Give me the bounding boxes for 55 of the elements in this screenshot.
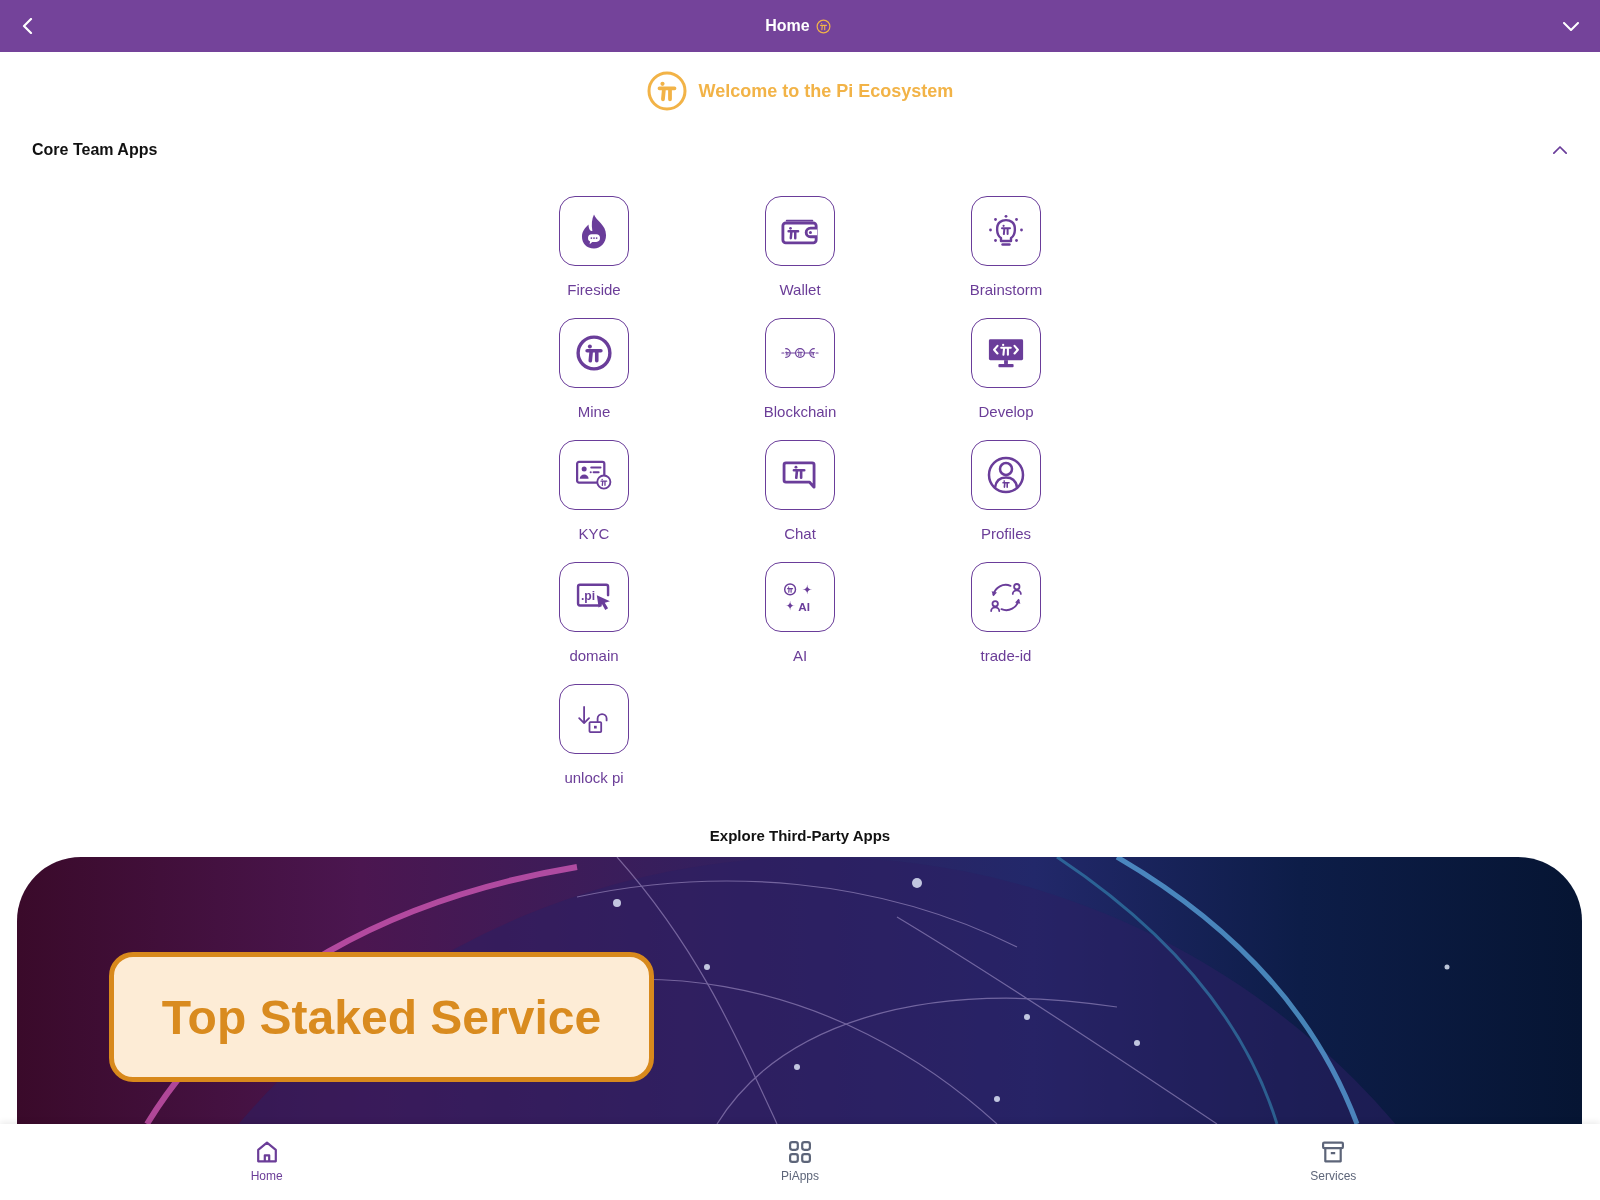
app-label[interactable]: Blockchain xyxy=(763,402,837,422)
flame-icon xyxy=(581,213,607,249)
chevron-up-icon xyxy=(1553,145,1567,155)
collapse-button[interactable] xyxy=(1553,145,1567,155)
app-label[interactable]: Brainstorm xyxy=(969,280,1043,300)
id-card-icon xyxy=(575,460,613,490)
app-tile[interactable]: .pi xyxy=(559,562,629,632)
app-tile[interactable] xyxy=(971,562,1041,632)
app-label[interactable]: Mine xyxy=(577,402,611,422)
section-title: Core Team Apps xyxy=(32,140,158,160)
banner-title: Top Staked Service xyxy=(109,952,654,1082)
chevron-left-icon xyxy=(22,18,33,34)
app-label[interactable]: Fireside xyxy=(567,280,621,300)
wallet-icon xyxy=(781,217,819,245)
app-tile[interactable] xyxy=(559,440,629,510)
app-tile[interactable] xyxy=(559,318,629,388)
app-label[interactable]: Wallet xyxy=(779,280,821,300)
app-label[interactable]: AI xyxy=(792,646,808,666)
app-label[interactable]: domain xyxy=(569,646,619,666)
app-label[interactable]: Develop xyxy=(978,402,1034,422)
app-tile[interactable] xyxy=(971,440,1041,510)
chevron-down-icon xyxy=(1563,21,1579,31)
grid-icon xyxy=(789,1141,811,1163)
app-tile[interactable] xyxy=(765,318,835,388)
nav-tab[interactable]: PiApps xyxy=(780,1124,819,1200)
chat-bubble-icon xyxy=(782,460,818,490)
app-tile[interactable] xyxy=(765,440,835,510)
app-tile[interactable] xyxy=(559,684,629,754)
app-label[interactable]: KYC xyxy=(578,524,610,544)
app-tile[interactable] xyxy=(559,196,629,266)
user-circle-icon xyxy=(987,456,1025,494)
screen-title: Home xyxy=(765,16,810,36)
nav-tab[interactable]: Services xyxy=(1310,1124,1357,1200)
lightbulb-icon xyxy=(987,214,1025,248)
welcome-heading: Welcome to the Pi Ecosystem xyxy=(698,80,954,102)
chain-icon xyxy=(781,346,819,360)
app-label[interactable]: unlock pi xyxy=(564,768,624,788)
home-icon xyxy=(255,1141,278,1163)
section-title: Explore Third-Party Apps xyxy=(709,826,891,846)
app-tile[interactable] xyxy=(971,318,1041,388)
app-label[interactable]: Profiles xyxy=(981,524,1031,544)
back-button[interactable] xyxy=(22,18,33,34)
dropdown-button[interactable] xyxy=(1563,21,1579,31)
pi-logo-icon xyxy=(646,71,687,111)
app-tile[interactable]: AI xyxy=(765,562,835,632)
exchange-arrows-icon xyxy=(988,580,1024,614)
archive-box-icon xyxy=(1322,1141,1345,1163)
app-tile[interactable] xyxy=(971,196,1041,266)
app-tile[interactable] xyxy=(765,196,835,266)
app-label[interactable]: Chat xyxy=(784,524,816,544)
pi-coin-icon xyxy=(815,18,831,34)
monitor-icon xyxy=(987,336,1025,370)
nav-tab[interactable]: Home xyxy=(250,1124,283,1200)
pi-coin-icon xyxy=(576,335,612,371)
app-label[interactable]: trade-id xyxy=(980,646,1032,666)
